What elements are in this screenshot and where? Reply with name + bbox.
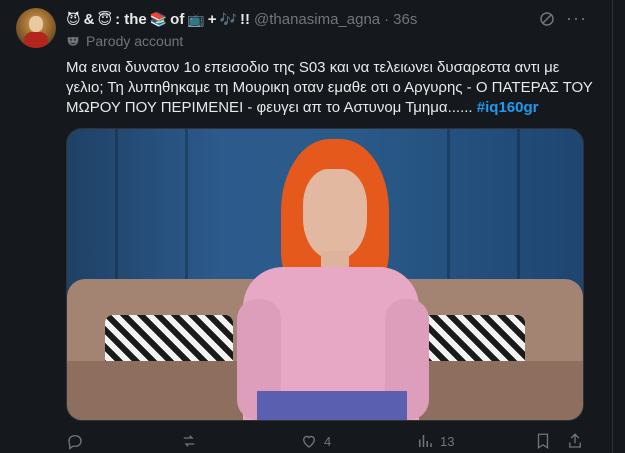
timestamp[interactable]: 36s <box>393 11 417 28</box>
tweet-actions: 4 13 <box>66 432 596 452</box>
tweet-text: Μα ειναι δυνατον 1ο επεισοδιο της S03 κα… <box>66 58 596 118</box>
tweet-media[interactable] <box>66 128 584 421</box>
views-icon <box>419 435 432 447</box>
tweet[interactable]: 😈 & 😇 : the 📚 of 📺 + 🎶 !! @thanasima_agn… <box>0 0 600 453</box>
repost-button[interactable] <box>180 432 198 450</box>
display-name-plus: + <box>207 10 217 28</box>
grok-icon[interactable] <box>538 10 556 28</box>
share-icon <box>569 433 581 448</box>
views-count: 13 <box>440 433 455 449</box>
display-name-amp: & <box>83 10 95 28</box>
person-jeans <box>257 391 407 420</box>
tweet-header: 😈 & 😇 : the 📚 of 📺 + 🎶 !! @thanasima_agn… <box>66 9 417 29</box>
wall-panel <box>447 129 450 294</box>
avatar[interactable] <box>16 8 56 48</box>
wall-panel <box>517 129 520 294</box>
display-name-colon-the: : the <box>115 10 147 28</box>
parody-text: Parody account <box>86 33 184 49</box>
scrollbar[interactable] <box>600 0 625 453</box>
mask-icon <box>67 36 79 46</box>
person-face <box>303 169 367 259</box>
avatar-face <box>29 16 43 32</box>
angel-emoji: 😇 <box>97 11 113 27</box>
books-emoji: 📚 <box>149 11 168 27</box>
wall-panel <box>115 129 118 294</box>
wall-panel <box>185 129 188 294</box>
display-name-bang: !! <box>239 10 250 28</box>
share-button[interactable] <box>566 432 584 450</box>
display-name-of: of <box>170 10 185 28</box>
display-name[interactable]: 😈 & 😇 : the 📚 of 📺 + 🎶 !! <box>66 11 250 28</box>
music-emoji: 🎶 <box>219 11 237 27</box>
like-icon <box>303 435 315 448</box>
parody-label: Parody account <box>66 33 183 49</box>
scrollbar-line <box>612 0 613 453</box>
devil-emoji: 😈 <box>66 11 81 27</box>
hashtag-link[interactable]: #iq160gr <box>477 99 539 116</box>
tv-emoji: 📺 <box>187 11 205 27</box>
like-button[interactable]: 4 <box>300 432 331 450</box>
like-count: 4 <box>324 433 332 449</box>
avatar-body <box>24 32 48 48</box>
handle[interactable]: @thanasima_agna <box>254 11 380 28</box>
reply-button[interactable] <box>66 432 84 450</box>
repost-icon <box>183 435 195 447</box>
bookmark-icon <box>537 433 549 450</box>
reply-icon <box>68 435 82 450</box>
more-icon[interactable]: ··· <box>566 8 587 29</box>
bookmark-button[interactable] <box>534 432 552 450</box>
views-button[interactable]: 13 <box>416 432 454 450</box>
separator: · <box>384 10 390 28</box>
